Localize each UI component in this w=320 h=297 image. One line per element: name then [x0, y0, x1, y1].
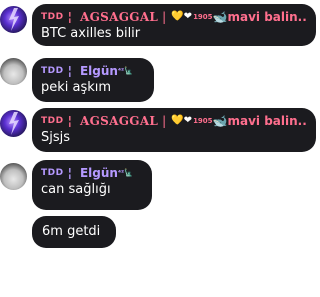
message-text: can sağlığı [41, 182, 111, 197]
sender-avatar[interactable] [0, 58, 27, 85]
message-bubble[interactable]: TDD ¦ Elgün ⁴² 🗽 peki aşkım [32, 58, 154, 102]
lightning-avatar-icon [9, 112, 19, 135]
lightning-avatar-icon [9, 8, 19, 31]
sender-avatar[interactable] [0, 110, 27, 137]
message-text: Sjsjs [41, 130, 71, 145]
sender-name[interactable]: TDD ¦ Elgün ⁴² 🗽 [41, 63, 144, 79]
sender-name[interactable]: TDD ¦ AGSAGGAL | 💛❤ 1905 🐋mavi balin... [41, 9, 306, 25]
message-bubble[interactable]: TDD ¦ Elgün ⁴² 🗽 can sağlığı [32, 160, 152, 210]
message-text: BTC axilles bilir [41, 26, 141, 41]
message-bubble[interactable]: TDD ¦ AGSAGGAL | 💛❤ 1905 🐋mavi balin... … [32, 108, 316, 152]
sender-avatar[interactable] [0, 163, 27, 190]
message-text: peki aşkım [41, 80, 112, 95]
sender-avatar[interactable] [0, 6, 27, 33]
sender-name[interactable]: TDD ¦ AGSAGGAL | 💛❤ 1905 🐋mavi balin... [41, 113, 306, 129]
message-bubble[interactable]: 6m getdi [32, 216, 116, 248]
hearts-emoji: 💛❤ [171, 11, 193, 22]
hearts-emoji: 💛❤ [171, 115, 193, 126]
sender-name[interactable]: TDD ¦ Elgün ⁴² 🗽 [41, 165, 142, 181]
message-bubble[interactable]: TDD ¦ AGSAGGAL | 💛❤ 1905 🐋mavi balin... … [32, 4, 316, 46]
message-text: 6m getdi [42, 224, 101, 239]
